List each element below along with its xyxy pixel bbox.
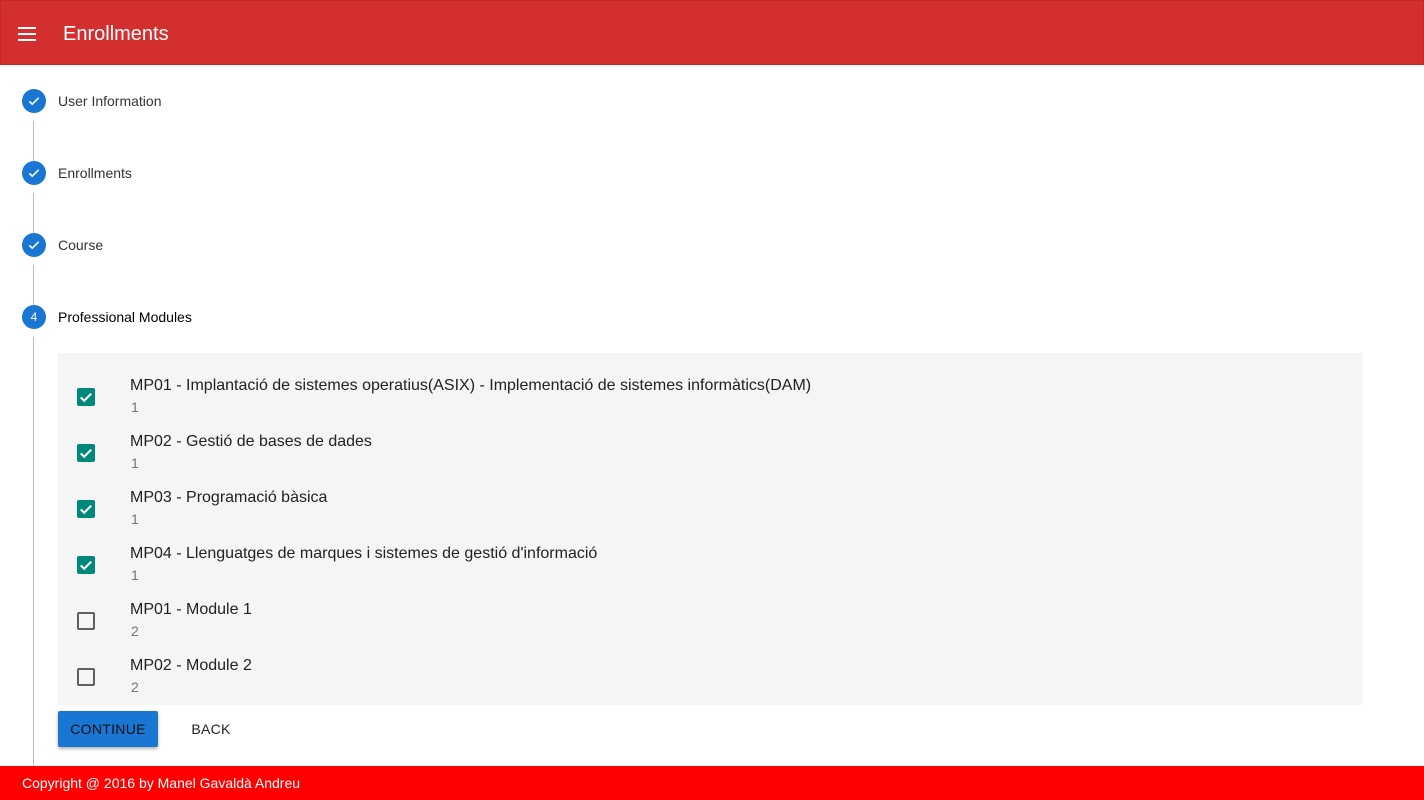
list-item[interactable]: MP02 - Module 2 2: [58, 641, 1363, 697]
module-checkbox[interactable]: [77, 612, 95, 630]
step-professional-modules[interactable]: 4 Professional Modules: [22, 305, 192, 329]
list-item[interactable]: MP03 - Programació bàsica 1: [58, 473, 1363, 529]
step-user-information[interactable]: User Information: [22, 89, 161, 113]
module-course: 1: [131, 399, 139, 415]
list-item[interactable]: MP04 - Llenguatges de marques i sistemes…: [58, 529, 1363, 585]
back-button[interactable]: BACK: [176, 711, 246, 747]
step-course[interactable]: Course: [22, 233, 103, 257]
module-course: 2: [131, 679, 139, 695]
app-bar: Enrollments: [0, 0, 1424, 65]
module-checkbox[interactable]: [77, 388, 95, 406]
step-number: 4: [22, 305, 46, 329]
menu-icon[interactable]: [14, 21, 40, 47]
module-title: MP02 - Module 2: [130, 657, 252, 674]
step-label: Professional Modules: [58, 309, 192, 325]
step-label: Course: [58, 237, 104, 253]
module-title: MP03 - Programació bàsica: [130, 489, 328, 506]
module-checkbox[interactable]: [77, 444, 95, 462]
module-title: MP01 - Module 1: [130, 601, 252, 618]
module-list: MP01 - Implantació de sistemes operatius…: [58, 353, 1363, 705]
module-course: 2: [131, 623, 139, 639]
list-item[interactable]: MP01 - Implantació de sistemes operatius…: [58, 361, 1363, 417]
step-label: Enrollments: [58, 165, 132, 181]
module-title: MP04 - Llenguatges de marques i sistemes…: [130, 545, 598, 562]
check-icon: [22, 89, 46, 113]
step-connector: [33, 193, 34, 233]
step-connector: [33, 121, 34, 161]
step-enrollments[interactable]: Enrollments: [22, 161, 132, 185]
module-course: 1: [131, 511, 139, 527]
list-item[interactable]: MP01 - Module 1 2: [58, 585, 1363, 641]
module-course: 1: [131, 567, 139, 583]
footer: Copyright @ 2016 by Manel Gavaldà Andreu: [0, 766, 1424, 800]
step-label: User Information: [58, 93, 162, 109]
step-connector: [33, 337, 34, 766]
copyright-text: Copyright @ 2016 by Manel Gavaldà Andreu: [22, 775, 301, 791]
module-checkbox[interactable]: [77, 668, 95, 686]
check-icon: [22, 161, 46, 185]
module-title: MP02 - Gestió de bases de dades: [130, 433, 372, 450]
continue-button[interactable]: CONTINUE: [58, 711, 158, 747]
list-item[interactable]: MP02 - Gestió de bases de dades 1: [58, 417, 1363, 473]
module-course: 1: [131, 455, 139, 471]
module-title: MP01 - Implantació de sistemes operatius…: [130, 377, 812, 394]
step-connector: [33, 265, 34, 305]
module-checkbox[interactable]: [77, 556, 95, 574]
page-title: Enrollments: [63, 23, 169, 45]
module-checkbox[interactable]: [77, 500, 95, 518]
check-icon: [22, 233, 46, 257]
